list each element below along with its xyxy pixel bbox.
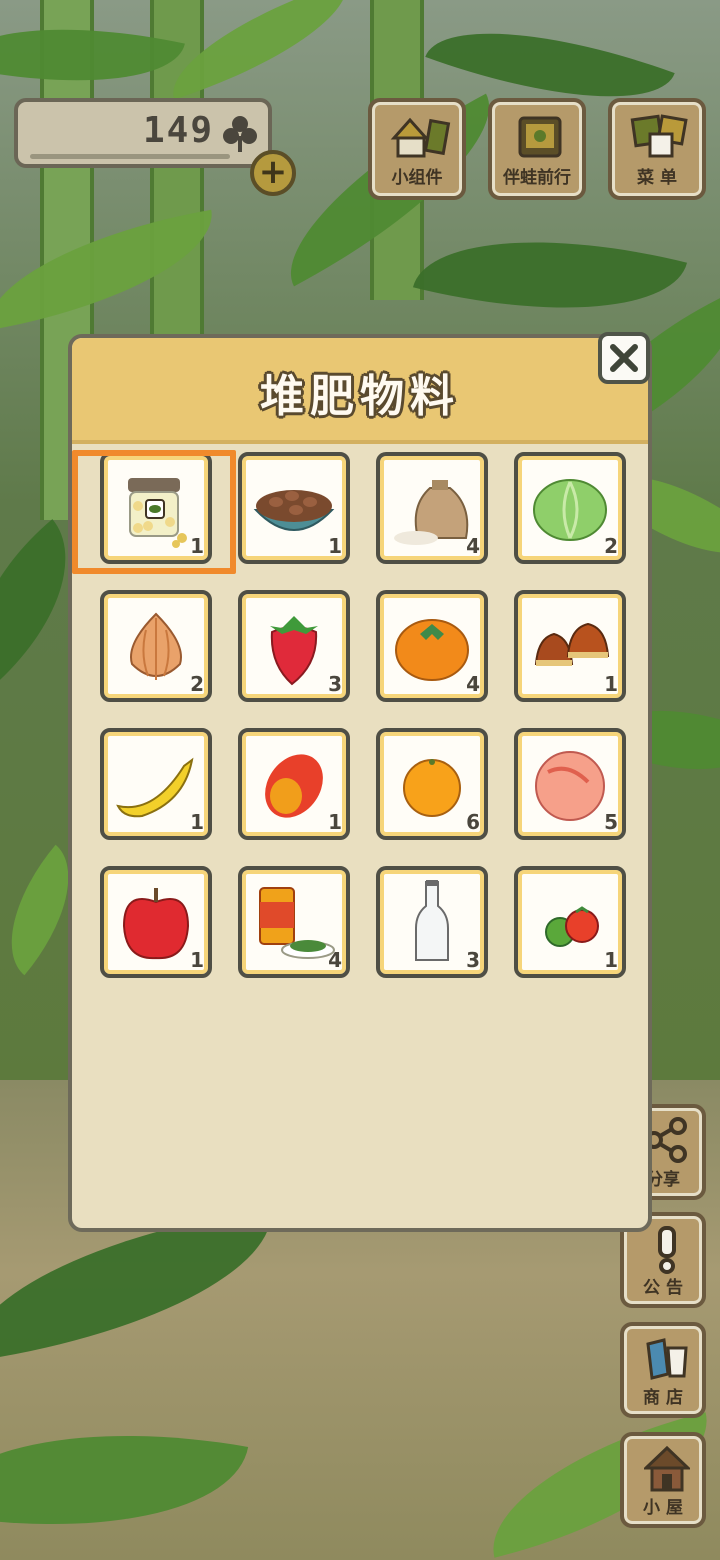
house-label: 小 屋 (643, 1498, 683, 1518)
item-slot[interactable]: 1 (238, 728, 350, 840)
item-quantity: 6 (466, 810, 480, 834)
glass-bottle-icon (415, 880, 449, 961)
frog-travel-button[interactable]: 伴蛙前行 (488, 98, 586, 200)
item-quantity: 1 (190, 810, 204, 834)
item-slot[interactable]: 3 (238, 590, 350, 702)
item-slot[interactable]: 2 (100, 590, 212, 702)
shop-button[interactable]: 商 店 (620, 1322, 706, 1418)
close-button[interactable] (598, 332, 650, 384)
strawberry-icon (270, 616, 318, 686)
cabbage-icon (533, 479, 607, 541)
item-quantity: 1 (604, 672, 618, 696)
item-quantity: 4 (328, 948, 342, 972)
selection-highlight (72, 450, 236, 574)
clover-count: 149 (142, 110, 214, 151)
frog-travel-icon (518, 116, 562, 158)
chestnut-icon (534, 622, 610, 666)
tea-can-icon (259, 887, 335, 959)
clover-bar (30, 154, 230, 159)
menu-icon (630, 114, 688, 158)
shop-label: 商 店 (643, 1388, 683, 1408)
house-icon (644, 1445, 690, 1492)
widget-icon (390, 117, 451, 158)
close-icon (610, 344, 638, 372)
persimmon-icon (395, 619, 469, 681)
rice-sack-icon (394, 480, 469, 545)
clover-counter: 149 (14, 98, 272, 168)
item-quantity: 1 (604, 948, 618, 972)
panel-title: 堆肥物料 (260, 371, 460, 422)
notice-label: 公 告 (643, 1278, 683, 1298)
mango-icon (265, 754, 323, 818)
peach-icon (535, 751, 605, 821)
shop-icon (646, 1338, 688, 1380)
panel-header: 堆肥物料 (72, 338, 648, 444)
item-slot[interactable]: 1 (514, 866, 626, 978)
apple-icon (122, 888, 190, 960)
widget-label: 小组件 (391, 168, 443, 188)
item-slot[interactable]: 1 (514, 590, 626, 702)
item-quantity: 3 (328, 672, 342, 696)
house-button[interactable]: 小 屋 (620, 1432, 706, 1528)
mandarin-icon (403, 759, 461, 817)
frog-travel-label: 伴蛙前行 (503, 168, 571, 188)
beans-bowl-icon (253, 490, 335, 531)
add-clover-button[interactable]: + (250, 150, 296, 196)
item-slot[interactable]: 6 (376, 728, 488, 840)
tomato-icon (545, 906, 599, 947)
item-slot[interactable]: 4 (238, 866, 350, 978)
item-quantity: 2 (604, 534, 618, 558)
banana-icon (116, 757, 194, 818)
widget-button[interactable]: 小组件 (368, 98, 466, 200)
item-slot[interactable]: 1 (100, 728, 212, 840)
item-slot[interactable]: 1 (100, 866, 212, 978)
notice-icon (658, 1226, 676, 1274)
clover-icon (223, 116, 257, 152)
item-quantity: 1 (328, 810, 342, 834)
menu-button[interactable]: 菜 单 (608, 98, 706, 200)
plus-icon: + (258, 151, 288, 192)
item-slot[interactable]: 1 (238, 452, 350, 564)
onion-icon (130, 612, 182, 680)
item-slot[interactable]: 3 (376, 866, 488, 978)
item-quantity: 2 (190, 672, 204, 696)
item-quantity: 1 (328, 534, 342, 558)
item-quantity: 5 (604, 810, 618, 834)
item-quantity: 4 (466, 672, 480, 696)
item-slot[interactable]: 4 (376, 590, 488, 702)
item-slot[interactable]: 2 (514, 452, 626, 564)
item-slot[interactable]: 5 (514, 728, 626, 840)
menu-label: 菜 单 (637, 168, 677, 188)
item-slot[interactable]: 4 (376, 452, 488, 564)
item-quantity: 4 (466, 534, 480, 558)
item-quantity: 3 (466, 948, 480, 972)
item-quantity: 1 (190, 948, 204, 972)
